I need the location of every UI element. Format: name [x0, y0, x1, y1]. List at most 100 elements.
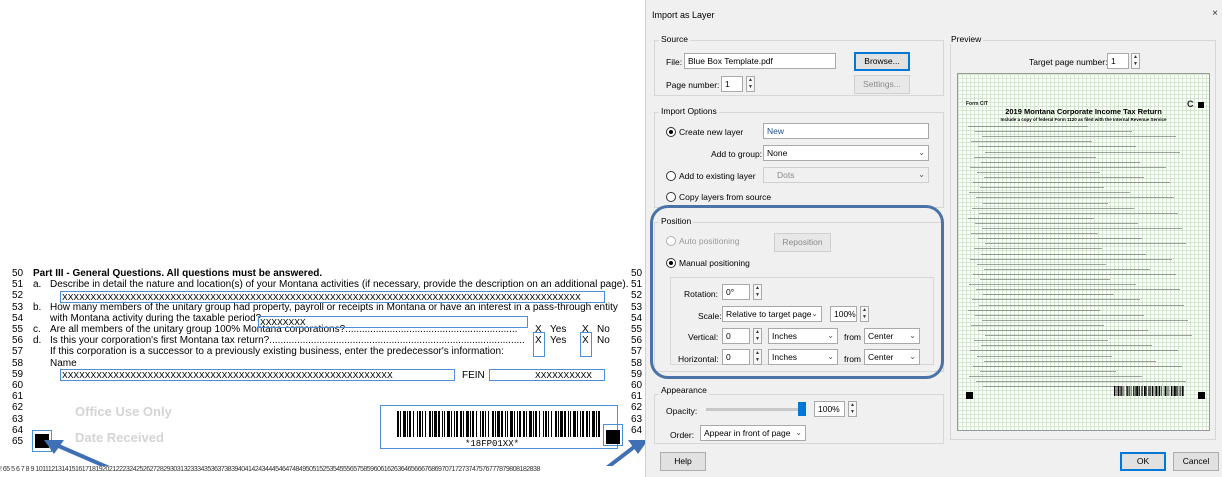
preview-text-line [981, 345, 1152, 347]
source-group-label: Source [659, 34, 690, 44]
line-number: 58 [12, 357, 24, 369]
new-layer-name-field[interactable]: New [763, 123, 929, 139]
import-options-label: Import Options [659, 106, 719, 116]
create-new-layer-radio[interactable] [666, 127, 676, 137]
preview-text-line [984, 177, 1144, 178]
line-number: 65 [12, 436, 24, 447]
line-number: 51 [12, 279, 24, 291]
line-number: 54 [12, 312, 24, 324]
preview-text-line [970, 258, 1172, 260]
barcode-bar [456, 411, 458, 437]
preview-page-thumbnail: Form CIT 2019 Montana Corporate Income T… [957, 73, 1210, 431]
preview-text-line [980, 279, 1110, 280]
browse-button[interactable]: Browse... [854, 52, 910, 71]
line-number: 60 [12, 380, 24, 391]
barcode-bar [495, 411, 496, 437]
line-number-right: 59 [631, 368, 643, 380]
preview-barcode-bar [1166, 386, 1168, 396]
preview-barcode-bar [1149, 386, 1151, 396]
preview-barcode-bar [1126, 386, 1127, 396]
form-line: 50 Part III - General Questions. All ques… [0, 268, 645, 279]
preview-barcode-bar [1163, 386, 1165, 396]
close-icon[interactable]: × [1212, 8, 1218, 19]
preview-text-line [974, 340, 1108, 342]
barcode-bar [492, 411, 494, 437]
preview-text-line [979, 212, 1178, 214]
barcode-bar [432, 411, 433, 437]
add-to-group-label: Add to group: [711, 149, 763, 159]
preview-barcode-bar [1146, 386, 1147, 396]
add-to-group-dropdown[interactable]: None ⌄ [763, 145, 929, 161]
preview-barcode-bar [1178, 386, 1180, 396]
question-letter: a. [33, 279, 42, 291]
ok-button[interactable]: OK [1120, 452, 1166, 471]
preview-barcode-bar [1120, 386, 1121, 396]
opacity-slider-track[interactable] [706, 408, 802, 411]
preview-text-line [971, 141, 1092, 143]
preview-barcode-bar [1138, 386, 1140, 396]
help-button[interactable]: Help [660, 452, 706, 471]
barcode-bar [551, 411, 552, 437]
add-to-existing-radio[interactable] [666, 171, 676, 181]
barcode-bar [539, 411, 540, 437]
dialog-title: Import as Layer [652, 10, 715, 20]
preview-text-line [973, 365, 1182, 367]
order-dropdown[interactable]: Appear in front of page ⌄ [700, 425, 806, 441]
barcode-bar [425, 411, 426, 437]
question-text: Is this your corporation's first Montana… [50, 335, 525, 347]
file-field[interactable]: Blue Box Template.pdf [684, 53, 836, 69]
spinner-icon[interactable]: ▲ ▼ [848, 401, 857, 417]
yes-label: Yes [550, 335, 567, 347]
barcode-bar [472, 411, 474, 437]
form-line: 56 d. Is this your corporation's first Mon… [0, 335, 645, 346]
preview-barcode-bar [1151, 386, 1153, 396]
cancel-button[interactable]: Cancel [1173, 452, 1219, 471]
column-ruler: ! 65 5 6 7 8 9 1011121314151617181920212… [0, 466, 645, 477]
spinner-icon[interactable]: ▲ ▼ [746, 76, 755, 92]
barcode-bar [485, 411, 486, 437]
preview-text-line [969, 375, 1142, 377]
copy-layers-label: Copy layers from source [679, 192, 772, 202]
opacity-slider-thumb[interactable] [798, 402, 806, 416]
preview-barcode-bar [1174, 386, 1176, 396]
create-new-layer-label: Create new layer [679, 127, 744, 137]
spinner-icon[interactable]: ▲ ▼ [1131, 53, 1140, 69]
barcode-bar [447, 411, 450, 437]
barcode-bar [422, 411, 423, 437]
barcode-bar [533, 411, 534, 437]
preview-barcode-bar [1135, 386, 1136, 396]
description-field-value: XXXXXXXXXXXXXXXXXXXXXXXXXXXXXXXXXXXXXXXX… [62, 292, 581, 303]
add-to-existing-label: Add to existing layer [679, 171, 756, 181]
preview-text-line [977, 171, 1100, 173]
existing-layer-dropdown[interactable]: Dots ⌄ [763, 167, 929, 183]
preview-text-line [983, 294, 1114, 296]
preview-text-line [980, 187, 1104, 189]
copy-layers-radio[interactable] [666, 192, 676, 202]
target-page-label: Target page number: [1029, 57, 1108, 67]
preview-label: Preview [949, 34, 984, 44]
barcode-bar [507, 411, 508, 437]
barcode-bar [501, 411, 503, 437]
barcode-bar [482, 411, 484, 437]
line-number: 56 [12, 335, 24, 347]
opacity-label: Opacity: [666, 406, 698, 416]
form-line: 60 60 [0, 380, 645, 391]
opacity-field[interactable]: 100% [814, 401, 845, 417]
barcode-bar [419, 411, 421, 437]
chevron-down-icon: ⌄ [918, 170, 925, 179]
predecessor-name-value: XXXXXXXXXXXXXXXXXXXXXXXXXXXXXXXXXXXXXXXX… [62, 370, 393, 381]
settings-button[interactable]: Settings... [854, 75, 910, 94]
preview-barcode-bar [1161, 386, 1162, 396]
barcode-bar [592, 411, 595, 437]
line-number: 63 [12, 413, 24, 425]
page-number-field[interactable]: 1 [721, 76, 743, 92]
line-number-right: 60 [631, 380, 643, 391]
target-page-field[interactable]: 1 [1107, 53, 1129, 69]
line-number-right: 50 [631, 268, 643, 279]
barcode-bar [589, 411, 590, 437]
barcode-bar [519, 411, 521, 437]
preview-barcode-bar [1171, 386, 1173, 396]
appearance-label: Appearance [659, 385, 709, 395]
preview-text-line [985, 151, 1180, 153]
chevron-down-icon: ⌄ [918, 148, 925, 157]
